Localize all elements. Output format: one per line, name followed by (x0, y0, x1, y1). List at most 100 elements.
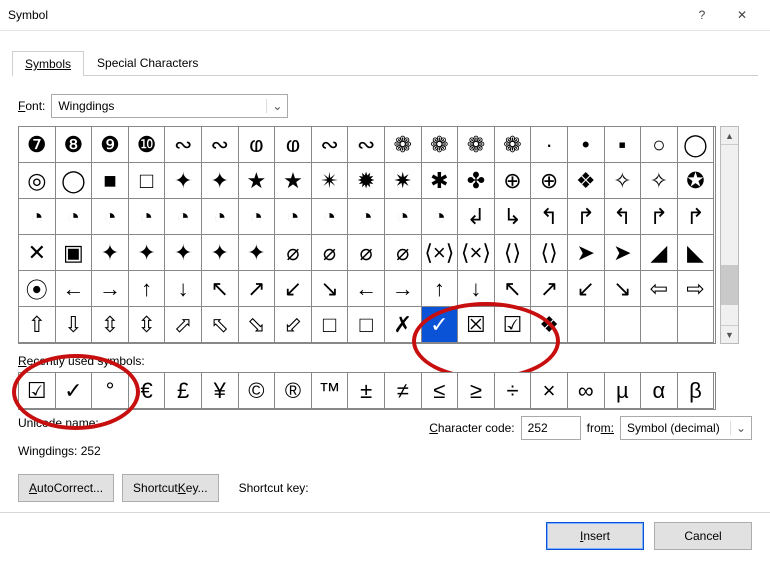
symbol-cell[interactable]: ☒ (457, 306, 495, 343)
symbol-cell[interactable]: ◔ (421, 198, 459, 235)
symbol-cell[interactable]: ◔ (18, 198, 56, 235)
symbol-cell[interactable]: ✦ (164, 234, 202, 271)
symbol-cell[interactable]: ⱷ (274, 126, 312, 163)
symbol-cell[interactable]: ✧ (640, 162, 678, 199)
symbol-cell[interactable]: ⟨×⟩ (421, 234, 459, 271)
symbol-cell[interactable] (677, 306, 715, 343)
symbol-cell[interactable]: ⦿ (18, 270, 56, 307)
recent-symbol-cell[interactable]: β (677, 372, 715, 409)
tab-special-characters[interactable]: Special Characters (84, 50, 211, 75)
symbol-cell[interactable]: ✦ (128, 234, 166, 271)
symbol-cell[interactable]: ↓ (457, 270, 495, 307)
scroll-down-icon[interactable]: ▼ (721, 325, 738, 343)
symbol-cell[interactable]: ↗ (530, 270, 568, 307)
recent-symbol-cell[interactable]: ≤ (421, 372, 459, 409)
symbol-cell[interactable]: ↲ (457, 198, 495, 235)
symbol-cell[interactable]: ▣ (55, 234, 93, 271)
symbol-cell[interactable]: □ (347, 306, 385, 343)
symbol-cell[interactable]: ✤ (457, 162, 495, 199)
symbol-cell[interactable]: → (384, 270, 422, 307)
symbol-cell[interactable]: ❽ (55, 126, 93, 163)
symbol-cell[interactable]: ∾ (347, 126, 385, 163)
symbol-cell[interactable]: □ (311, 306, 349, 343)
symbol-cell[interactable]: ◎ (18, 162, 56, 199)
symbol-cell[interactable]: ✦ (238, 234, 276, 271)
symbol-cell[interactable]: ◢ (640, 234, 678, 271)
symbol-cell[interactable]: ↑ (421, 270, 459, 307)
symbol-cell[interactable]: ❖ (567, 162, 605, 199)
symbol-cell[interactable]: ◯ (55, 162, 93, 199)
recent-symbol-cell[interactable]: µ (604, 372, 642, 409)
symbol-cell[interactable]: ■ (91, 162, 129, 199)
symbol-cell[interactable]: ★ (274, 162, 312, 199)
symbol-cell[interactable]: ↱ (640, 198, 678, 235)
symbol-cell[interactable]: ↗ (238, 270, 276, 307)
recent-symbol-cell[interactable]: ™ (311, 372, 349, 409)
scrollbar[interactable]: ▲ ▼ (720, 126, 739, 344)
symbol-cell[interactable]: ❼ (18, 126, 56, 163)
symbol-cell[interactable]: ✧ (604, 162, 642, 199)
symbol-cell[interactable] (567, 306, 605, 343)
symbol-cell[interactable]: ↖ (201, 270, 239, 307)
symbol-cell[interactable]: ❁ (457, 126, 495, 163)
symbol-cell[interactable]: ↰ (604, 198, 642, 235)
close-button[interactable]: ✕ (722, 0, 762, 30)
symbol-cell[interactable]: ⇳ (91, 306, 129, 343)
recent-symbol-cell[interactable]: × (530, 372, 568, 409)
cancel-button[interactable]: Cancel (654, 522, 752, 550)
symbol-cell[interactable]: ✪ (677, 162, 715, 199)
symbol-cell[interactable]: ⟨⟩ (530, 234, 568, 271)
recent-symbol-cell[interactable]: ≥ (457, 372, 495, 409)
symbol-cell[interactable]: ✦ (201, 234, 239, 271)
symbol-cell[interactable]: ↓ (164, 270, 202, 307)
recent-symbol-cell[interactable]: € (128, 372, 166, 409)
recent-symbol-cell[interactable]: ✓ (55, 372, 93, 409)
recent-symbol-cell[interactable]: © (238, 372, 276, 409)
symbol-cell[interactable]: ⊕ (494, 162, 532, 199)
symbol-cell[interactable]: ◔ (347, 198, 385, 235)
symbol-cell[interactable]: ◔ (274, 198, 312, 235)
symbol-cell[interactable] (640, 306, 678, 343)
symbol-cell[interactable]: ∾ (164, 126, 202, 163)
symbol-cell[interactable]: ✴ (311, 162, 349, 199)
symbol-cell[interactable]: ⌀ (384, 234, 422, 271)
symbol-grid[interactable]: ❼❽❾❿∾∾ⱷⱷ∾∾❁❁❁❁·•▪○◯◎◯■□✦✦★★✴✹✷✱✤⊕⊕❖✧✧✪◔◔… (18, 126, 716, 344)
symbol-cell[interactable]: ⬃ (274, 306, 312, 343)
symbol-cell[interactable]: ⱷ (238, 126, 276, 163)
help-button[interactable]: ? (682, 0, 722, 30)
symbol-cell[interactable]: ◣ (677, 234, 715, 271)
symbol-cell[interactable]: ↘ (604, 270, 642, 307)
symbol-cell[interactable]: ◔ (164, 198, 202, 235)
autocorrect-button[interactable]: AutoCorrect... (18, 474, 114, 502)
symbol-cell[interactable]: ◔ (201, 198, 239, 235)
symbol-cell[interactable]: · (530, 126, 568, 163)
symbol-cell[interactable]: ◔ (91, 198, 129, 235)
scroll-thumb[interactable] (721, 265, 738, 305)
symbol-cell[interactable]: ⇩ (55, 306, 93, 343)
recent-symbol-cell[interactable]: ÷ (494, 372, 532, 409)
symbol-cell[interactable]: ∾ (201, 126, 239, 163)
symbol-cell[interactable]: ⌀ (274, 234, 312, 271)
character-code-input[interactable]: 252 (521, 416, 581, 440)
insert-button[interactable]: Insert (546, 522, 644, 550)
symbol-cell[interactable]: ❁ (421, 126, 459, 163)
recent-symbol-cell[interactable]: α (640, 372, 678, 409)
symbol-cell[interactable]: ✦ (201, 162, 239, 199)
symbol-cell[interactable]: ↳ (494, 198, 532, 235)
symbol-cell[interactable]: ◔ (55, 198, 93, 235)
recent-symbol-cell[interactable]: ¥ (201, 372, 239, 409)
symbol-cell[interactable]: ⇨ (677, 270, 715, 307)
symbol-cell[interactable]: ✹ (347, 162, 385, 199)
symbol-cell[interactable]: ➤ (567, 234, 605, 271)
symbol-cell[interactable]: • (567, 126, 605, 163)
symbol-cell[interactable]: ⊕ (530, 162, 568, 199)
symbol-cell[interactable]: ↱ (567, 198, 605, 235)
symbol-cell[interactable]: ❖ (530, 306, 568, 343)
symbol-cell[interactable]: ↙ (274, 270, 312, 307)
symbol-cell[interactable]: ← (55, 270, 93, 307)
symbol-cell[interactable]: ⬀ (164, 306, 202, 343)
symbol-cell[interactable]: □ (128, 162, 166, 199)
symbol-cell[interactable]: ❾ (91, 126, 129, 163)
symbol-cell[interactable]: ✗ (384, 306, 422, 343)
symbol-cell[interactable]: ⬂ (238, 306, 276, 343)
